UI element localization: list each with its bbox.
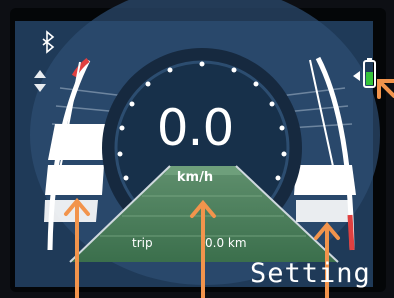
trip-value: 0.0 km: [205, 236, 247, 250]
speed-unit: km/h: [176, 170, 214, 185]
annotation-arrow-battery: [379, 81, 394, 98]
setting-button[interactable]: Setting: [250, 258, 371, 289]
speed-readout: 0.0: [156, 99, 235, 157]
trip-label: trip: [132, 236, 153, 250]
